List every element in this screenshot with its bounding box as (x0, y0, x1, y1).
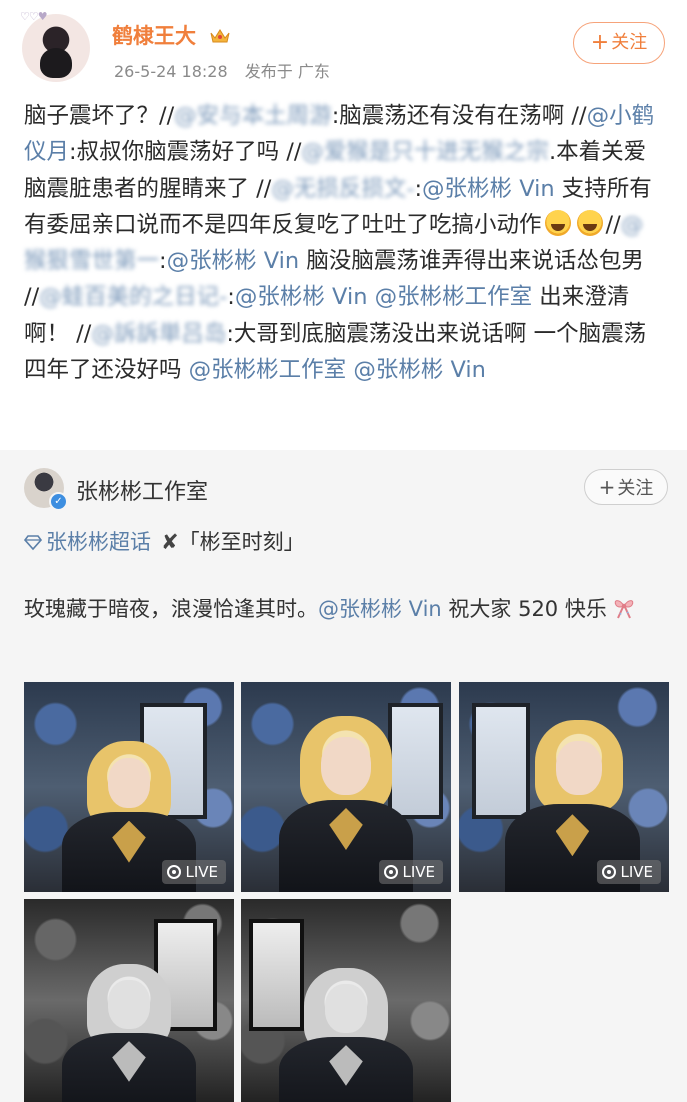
super-topic-link[interactable]: 张彬彬超话 (46, 530, 151, 554)
post-meta: 26-5-24 18:28 发布于 广东 (114, 58, 330, 82)
repost-card[interactable]: ✓ 张彬彬工作室 + 关注 张彬彬超话 ✘「彬至时刻」 玫瑰藏于暗夜，浪漫恰逢其时。… (0, 450, 687, 1102)
weibo-post-screen: ♡♡♥ 鹤棣王大 26-5-24 18:28 发布于 广东 + 关注 脑子震坏了？… (0, 0, 687, 1102)
live-photo-icon (167, 865, 182, 879)
repost-photo[interactable]: LIVE (241, 682, 451, 892)
tears-face-icon (576, 209, 603, 236)
body-text (367, 284, 374, 310)
body-text: :叔叔你脑震荡好了吗 // (69, 139, 302, 166)
repost-follow-button[interactable]: + 关注 (584, 469, 668, 505)
crown-icon (210, 29, 230, 43)
live-photo-icon (384, 865, 399, 879)
user-avatar[interactable]: ♡♡♥ (20, 10, 94, 82)
plus-icon: + (590, 30, 610, 55)
topic-tag: 「彬至时刻」 (178, 530, 305, 554)
mention-link[interactable]: @张彬彬工作室 (189, 357, 347, 383)
body-text: : (414, 175, 423, 202)
follow-label: 关注 (611, 32, 648, 53)
username-text: 鹤棣王大 (112, 24, 196, 48)
photo-figure-face (320, 736, 372, 796)
mention-link[interactable]: @訴訴単吕岛 (91, 321, 226, 347)
body-text: // (605, 211, 621, 238)
body-text: 脑子震坏了？// (24, 103, 175, 129)
mention-link[interactable]: @张彬彬 Vin (422, 176, 555, 202)
live-label: LIVE (620, 863, 653, 881)
repost-text: 玫瑰藏于暗夜，浪漫恰逢其时。@张彬彬 Vin 祝大家 520 快乐 (24, 592, 664, 626)
post-header: ♡♡♥ 鹤棣王大 26-5-24 18:28 发布于 广东 + 关注 (0, 0, 687, 92)
live-photo-icon (602, 865, 617, 879)
diamond-icon (24, 535, 42, 551)
avatar-image (22, 14, 90, 82)
mention-link[interactable]: @张彬彬 Vin (167, 248, 300, 274)
topic-row: 张彬彬超话 ✘「彬至时刻」 (24, 526, 305, 556)
post-location: 发布于 广东 (244, 62, 330, 81)
body-text: : (227, 284, 235, 311)
gift-bow-icon (614, 600, 634, 619)
repost-photo[interactable] (241, 899, 451, 1102)
mention-link[interactable]: @张彬彬工作室 (375, 284, 533, 310)
live-label: LIVE (185, 863, 218, 881)
mention-link[interactable]: @张彬彬 Vin (235, 284, 368, 310)
follow-label: 关注 (617, 478, 654, 499)
photo-figure-face (555, 740, 602, 796)
photo-window (471, 703, 531, 819)
tears-face-icon (544, 209, 571, 236)
live-photo-badge: LIVE (162, 860, 226, 884)
mention-link[interactable]: @无损反损文- (271, 176, 414, 202)
photo-window (249, 919, 304, 1031)
live-photo-badge: LIVE (379, 860, 443, 884)
repost-body-text: 祝大家 520 快乐 (441, 597, 607, 621)
username[interactable]: 鹤棣王大 (112, 20, 231, 50)
live-photo-badge: LIVE (597, 860, 661, 884)
x-mark-icon: ✘ (161, 530, 179, 554)
photo-figure-face (325, 984, 367, 1033)
photo-figure-face (108, 980, 150, 1029)
repost-photo[interactable] (24, 899, 234, 1102)
repost-photo[interactable]: LIVE (459, 682, 669, 892)
repost-username[interactable]: 张彬彬工作室 (76, 474, 208, 506)
post-body-text: 脑子震坏了？//@安与本土周游:脑震荡还有没有在荡啊 //@小鹤仪月:叔叔你脑震… (24, 98, 664, 388)
mention-link[interactable]: @张彬彬 Vin (353, 357, 486, 383)
body-text: :脑震荡还有没有在荡啊 // (331, 103, 587, 129)
mention-link[interactable]: @蛙百美的之日记- (39, 284, 227, 310)
follow-button[interactable]: + 关注 (573, 22, 665, 64)
live-label: LIVE (402, 863, 435, 881)
photo-figure-face (108, 757, 150, 808)
repost-photo[interactable]: LIVE (24, 682, 234, 892)
mention-link[interactable]: @张彬彬 Vin (318, 597, 442, 621)
repost-body-text: 玫瑰藏于暗夜，浪漫恰逢其时。 (24, 597, 318, 621)
mention-link[interactable]: @安与本土周游 (174, 103, 332, 129)
mention-link[interactable]: @爱猴是只十进无猴之宗 (301, 139, 549, 165)
avatar-frame-hearts: ♡♡♥ (20, 10, 48, 23)
body-text: : (159, 248, 167, 275)
verified-badge-icon: ✓ (49, 492, 68, 511)
post-timestamp: 26-5-24 18:28 (114, 62, 228, 81)
plus-icon: + (598, 475, 616, 499)
photo-window (388, 703, 443, 819)
